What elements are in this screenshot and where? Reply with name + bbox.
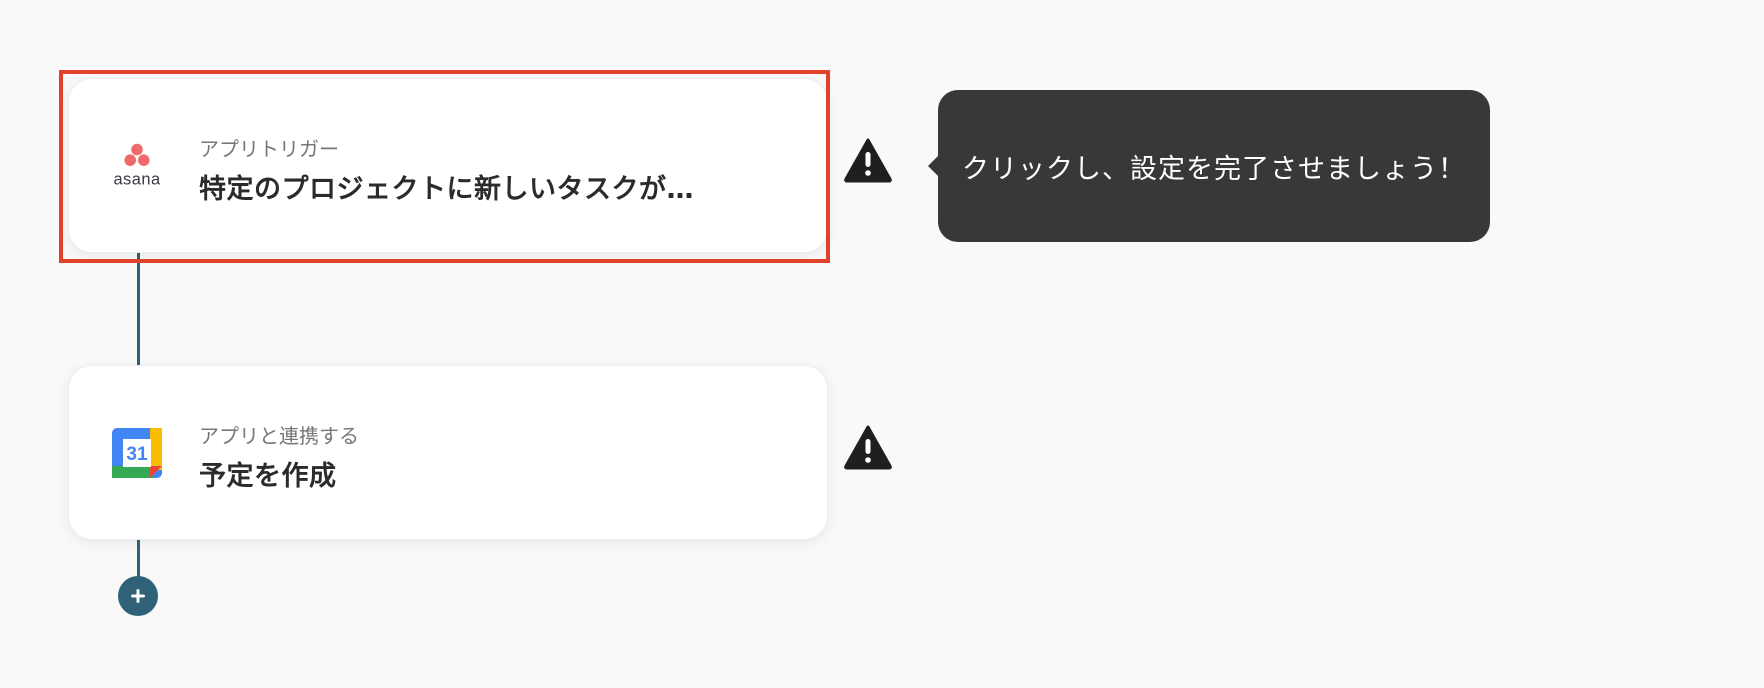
asana-logo-icon: asana	[109, 137, 165, 193]
trigger-step-card[interactable]: asana アプリトリガー 特定のプロジェクトに新しいタスクが…	[68, 78, 828, 253]
google-calendar-icon: 31	[109, 425, 165, 481]
step-title: 特定のプロジェクトに新しいタスクが…	[199, 174, 694, 205]
setup-hint-tooltip: クリックし、設定を完了させましょう！	[928, 90, 1490, 242]
step-type-label: アプリトリガー	[199, 137, 339, 161]
calendar-day-number: 31	[126, 444, 148, 465]
step-title: 予定を作成	[199, 461, 337, 492]
step-type-label: アプリと連携する	[199, 424, 359, 448]
action-step-card[interactable]: 31 アプリと連携する 予定を作成	[68, 365, 828, 540]
plus-icon	[131, 589, 145, 603]
svg-text:asana: asana	[113, 170, 161, 188]
warning-icon[interactable]	[843, 424, 893, 470]
add-step-button[interactable]	[118, 576, 158, 616]
flow-connector-line	[137, 240, 140, 365]
warning-icon[interactable]	[843, 137, 893, 183]
flow-connector-line	[137, 535, 140, 580]
